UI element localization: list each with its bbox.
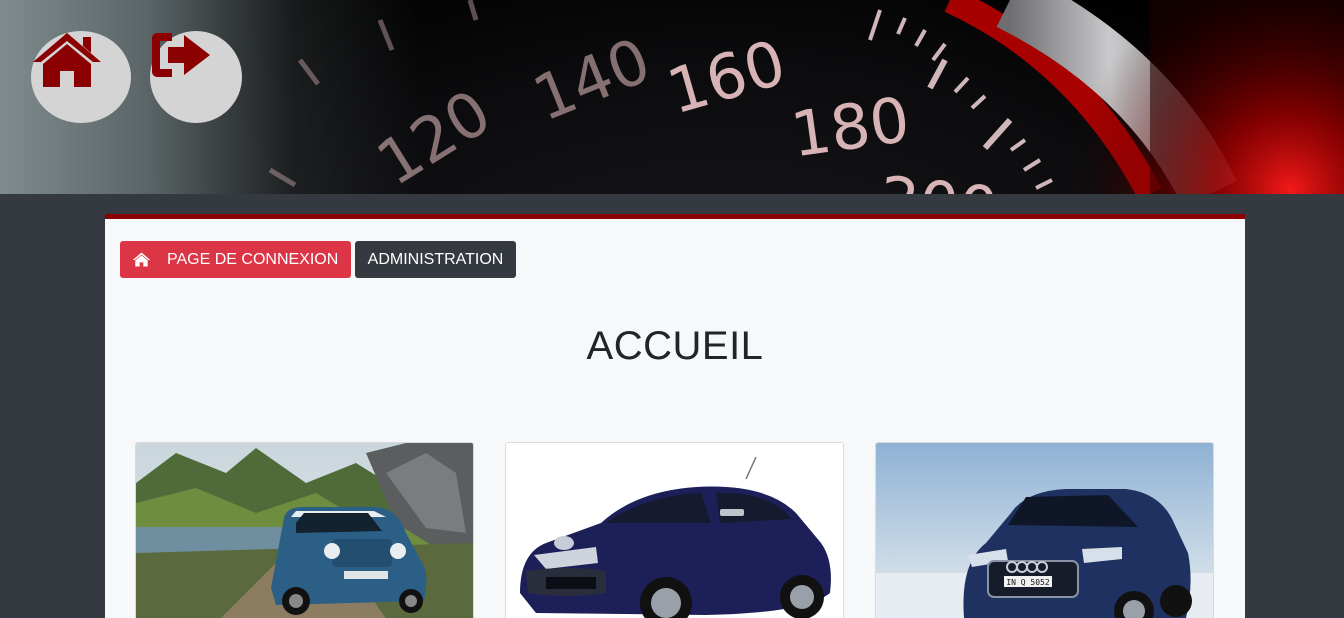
header-banner: 120 140 160 180 200 [0,0,1344,194]
car-image-mini [136,443,473,618]
gauge-number-120: 120 [364,75,503,194]
login-page-label: PAGE DE CONNEXION [167,250,339,268]
administration-button[interactable]: ADMINISTRATION [355,241,516,278]
gauge-number-200: 200 [876,162,1001,194]
page-title: ACCUEIL [586,324,764,368]
gauge-number-140: 140 [523,23,660,135]
sign-out-icon [152,33,210,77]
administration-label: ADMINISTRATION [367,250,504,268]
car-card-mini[interactable] [135,442,474,618]
car-card-audi[interactable]: IN Q 5052 [875,442,1214,618]
logout-button[interactable] [150,31,242,123]
car-image-peugeot [506,443,843,618]
gauge-number-160: 160 [659,26,793,129]
gauge-number-180: 180 [787,83,914,172]
home-icon [33,33,101,87]
main-panel: PAGE DE CONNEXION ADMINISTRATION ACCUEIL [105,214,1245,618]
home-button[interactable] [31,31,131,123]
car-card-peugeot[interactable] [505,442,844,618]
car-image-audi: IN Q 5052 [876,443,1213,618]
license-plate: IN Q 5052 [1006,578,1050,587]
login-page-button[interactable]: PAGE DE CONNEXION [120,241,351,278]
home-icon [132,252,151,267]
